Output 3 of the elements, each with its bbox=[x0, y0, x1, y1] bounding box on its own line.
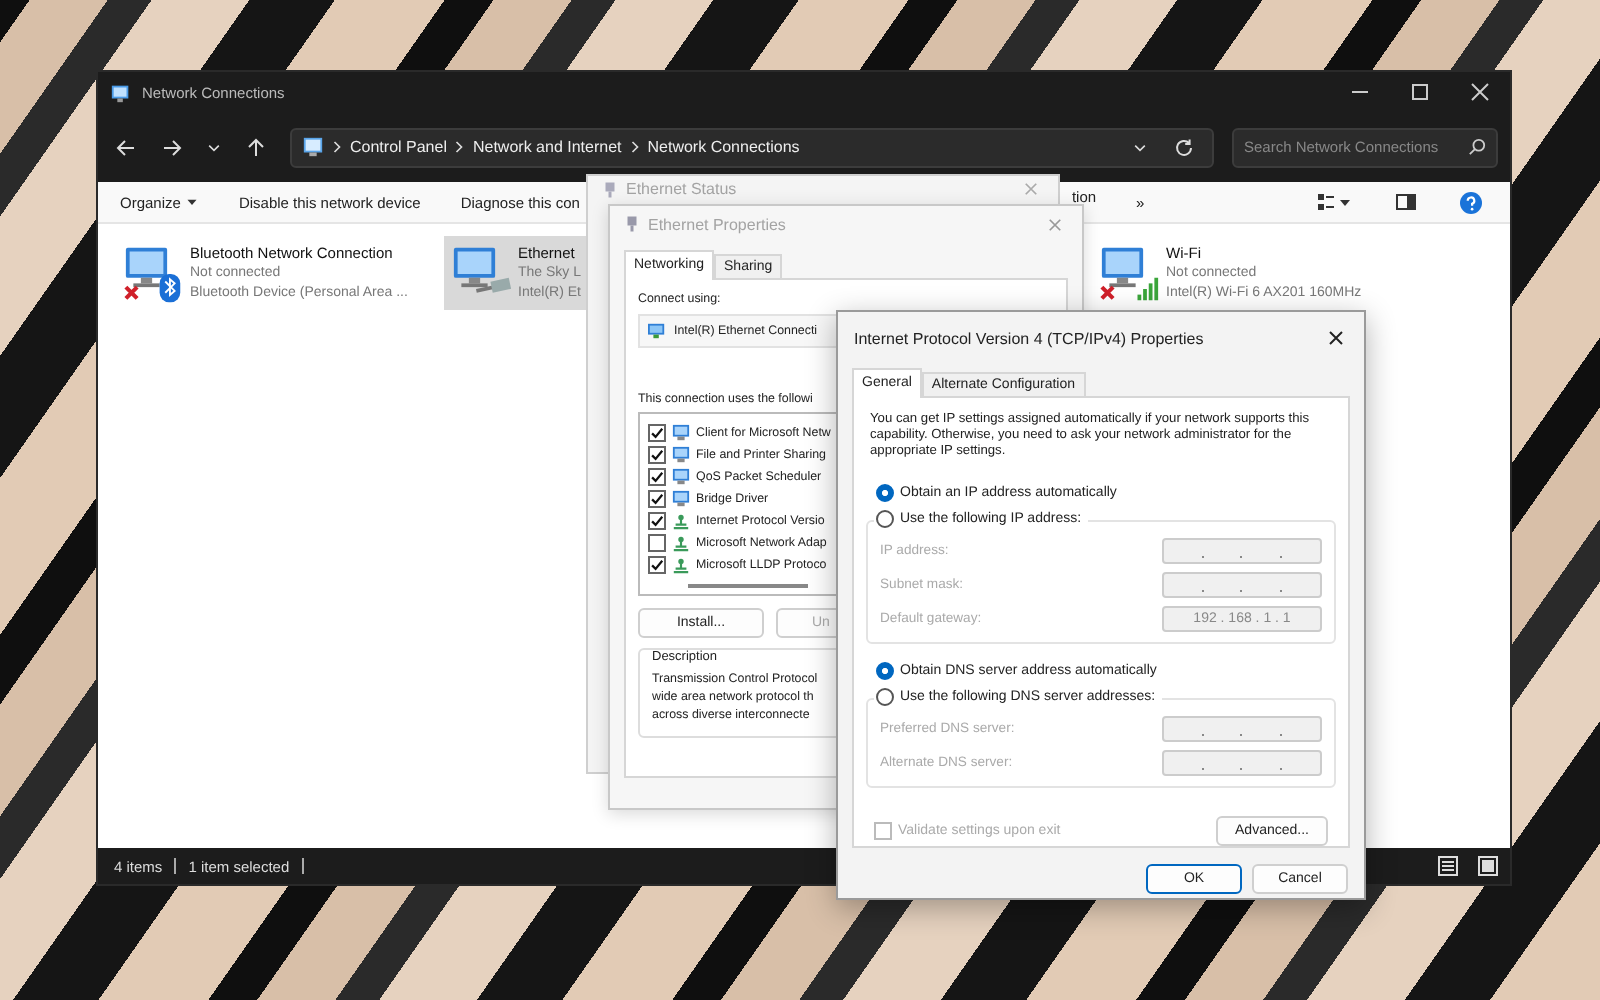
dialog-title: Ethernet Properties bbox=[648, 215, 786, 233]
dialog-title: Ethernet Status bbox=[626, 180, 737, 198]
dialog-title: Internet Protocol Version 4 (TCP/IPv4) Properties bbox=[854, 329, 1204, 347]
